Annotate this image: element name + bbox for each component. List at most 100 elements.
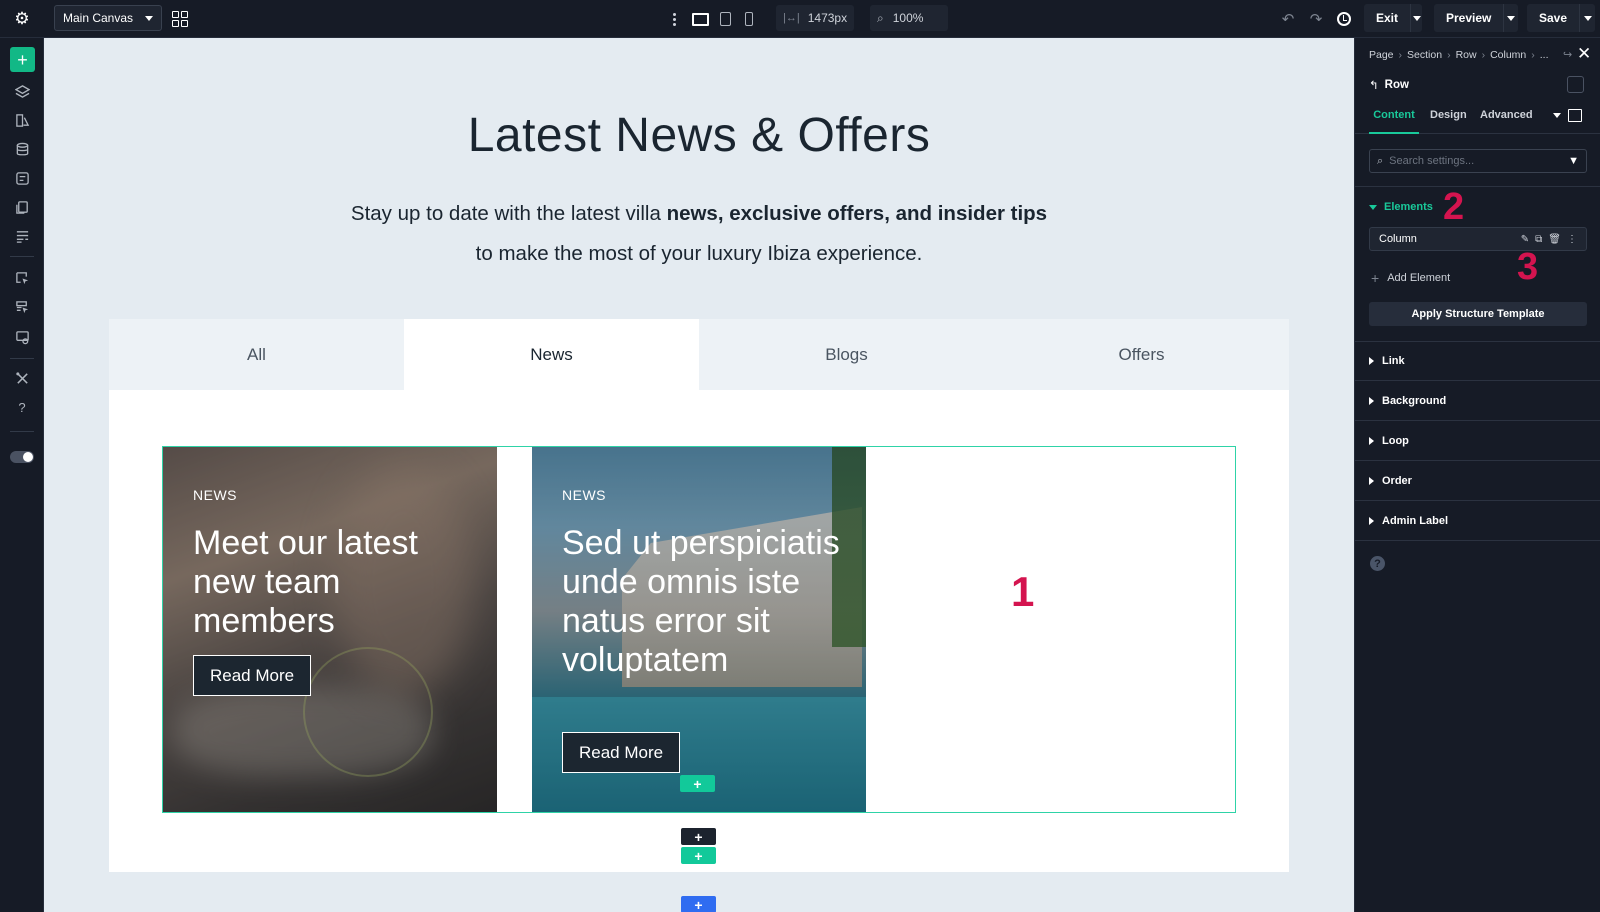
tab-design[interactable]: Design [1430,105,1467,134]
read-more-button[interactable]: Read More [562,732,681,773]
tools-icon[interactable] [14,371,30,385]
zoom-field[interactable]: ⌕ 100% [870,5,948,31]
pages-icon[interactable] [14,200,30,214]
tab-blogs[interactable]: Blogs [699,319,994,390]
help-icon[interactable]: ? [14,400,30,415]
responsive-view-icon[interactable] [1568,109,1582,122]
more-options-icon[interactable]: ⋮ [1567,234,1577,245]
tabs-dropdown-icon[interactable] [1553,113,1561,118]
help-question-icon[interactable]: ? [1370,556,1385,571]
history-clock-icon[interactable] [1333,0,1355,38]
news-card[interactable]: NEWS Meet our latest new team members Re… [163,447,497,812]
breadcrumb-separator: › [1531,49,1535,61]
back-arrow-icon[interactable]: ↰ [1369,78,1379,92]
section-loop[interactable]: Loop [1369,435,1409,447]
page-subline[interactable]: Stay up to date with the latest villa ne… [344,194,1054,274]
add-element-plus-icon[interactable]: + [681,828,716,845]
page-headline[interactable]: Latest News & Offers [44,108,1354,163]
pin-panel-icon[interactable]: ↪ [1563,48,1572,61]
section-background[interactable]: Background [1369,395,1446,407]
exit-dropdown-icon[interactable] [1410,4,1422,32]
section-loop-label: Loop [1382,435,1409,447]
rail-divider [10,358,34,359]
multi-select-icon[interactable] [14,300,30,314]
read-more-button[interactable]: Read More [193,655,312,696]
layers-icon[interactable] [14,84,30,98]
preview-label: Preview [1446,11,1492,25]
breadcrumb-separator: › [1481,49,1486,61]
width-resize-icon: |↔| [783,12,800,24]
preview-dropdown-icon[interactable] [1503,4,1518,32]
section-divider [1355,460,1600,461]
breadcrumb-more[interactable]: ... [1540,49,1549,61]
section-link-label: Link [1382,355,1405,367]
add-section-plus-icon[interactable]: + [681,896,716,912]
add-element-link[interactable]: + Add Element [1371,270,1450,286]
more-options-icon[interactable] [668,0,680,38]
annotation-number-1: 1 [1011,568,1035,615]
canvas-width-field[interactable]: |↔| 1473px [776,5,854,31]
column-element-item[interactable]: Column ✎ ⧉ 🗑 ⋮ [1369,227,1587,251]
forms-icon[interactable] [14,171,30,185]
section-divider [1355,380,1600,381]
add-element-plus-icon[interactable]: + [10,47,35,72]
filter-icon[interactable]: ▼ [1568,155,1579,167]
breadcrumb-section[interactable]: Section [1407,49,1442,61]
add-column-plus-icon[interactable]: + [680,775,715,792]
section-order[interactable]: Order [1369,475,1412,487]
select-element-icon[interactable] [14,271,30,285]
undo-icon[interactable]: ↶ [1278,0,1298,38]
section-background-label: Background [1382,395,1447,407]
close-icon[interactable]: ✕ [1577,44,1591,64]
exit-label: Exit [1376,11,1399,25]
collapsed-chevron-icon [1369,517,1374,525]
delete-trash-icon[interactable]: 🗑 [1548,234,1561,245]
chevron-down-icon [145,15,153,21]
grid-view-icon[interactable] [170,0,190,38]
save-dropdown-icon[interactable] [1579,4,1595,32]
section-divider [1355,540,1600,541]
edit-pencil-icon[interactable]: ✎ [1521,234,1529,245]
settings-gear-icon[interactable]: ⚙ [0,0,44,38]
canvas-select[interactable]: Main Canvas [54,5,162,31]
desktop-view-icon[interactable] [690,0,710,38]
tab-content[interactable]: Content [1369,105,1419,134]
dark-mode-toggle[interactable] [10,451,34,463]
add-row-plus-icon[interactable]: + [681,847,716,864]
news-card[interactable]: NEWS Sed ut perspiciatis unde omnis iste… [532,447,866,812]
plus-icon: + [1371,270,1380,286]
templates-icon[interactable] [14,113,30,127]
tablet-view-icon[interactable] [716,0,734,38]
redo-icon[interactable]: ↷ [1306,0,1326,38]
exit-button[interactable]: Exit [1364,4,1422,32]
element-options-icon[interactable] [1567,76,1584,93]
mobile-view-icon[interactable] [741,0,757,38]
database-icon[interactable] [14,142,30,156]
section-admin-label[interactable]: Admin Label [1369,515,1448,527]
elements-heading: Elements [1384,201,1433,213]
tab-news[interactable]: News [404,319,699,390]
save-button[interactable]: Save [1527,4,1595,32]
breadcrumb-page[interactable]: Page [1369,49,1394,61]
duplicate-icon[interactable]: ⧉ [1535,234,1542,245]
element-title: ↰ Row [1369,78,1409,92]
apply-structure-template-button[interactable]: Apply Structure Template [1369,302,1587,326]
search-settings-input[interactable]: ⌕ Search settings... ▼ [1369,149,1587,173]
section-link[interactable]: Link [1369,355,1405,367]
subline-text-end: to make the most of your luxury Ibiza ex… [475,242,923,265]
canvas-width-value: 1473px [807,11,848,25]
tab-all[interactable]: All [109,319,404,390]
breadcrumb-column[interactable]: Column [1490,49,1526,61]
component-settings-icon[interactable] [14,330,30,344]
add-element-label: Add Element [1387,272,1451,284]
top-toolbar: ⚙ Main Canvas |↔| 1473px ⌕ 100% ↶ ↷ Exit… [0,0,1600,38]
tab-offers[interactable]: Offers [994,319,1289,390]
expanded-chevron-icon [1369,204,1377,210]
structure-icon[interactable] [14,229,30,243]
page-canvas: Latest News & Offers Stay up to date wit… [44,38,1354,912]
preview-button[interactable]: Preview [1434,4,1518,32]
tab-advanced[interactable]: Advanced [1480,105,1533,134]
elements-section-header[interactable]: Elements [1369,201,1433,213]
breadcrumb-row[interactable]: Row [1456,49,1477,61]
annotation-number-2: 2 [1443,186,1465,228]
